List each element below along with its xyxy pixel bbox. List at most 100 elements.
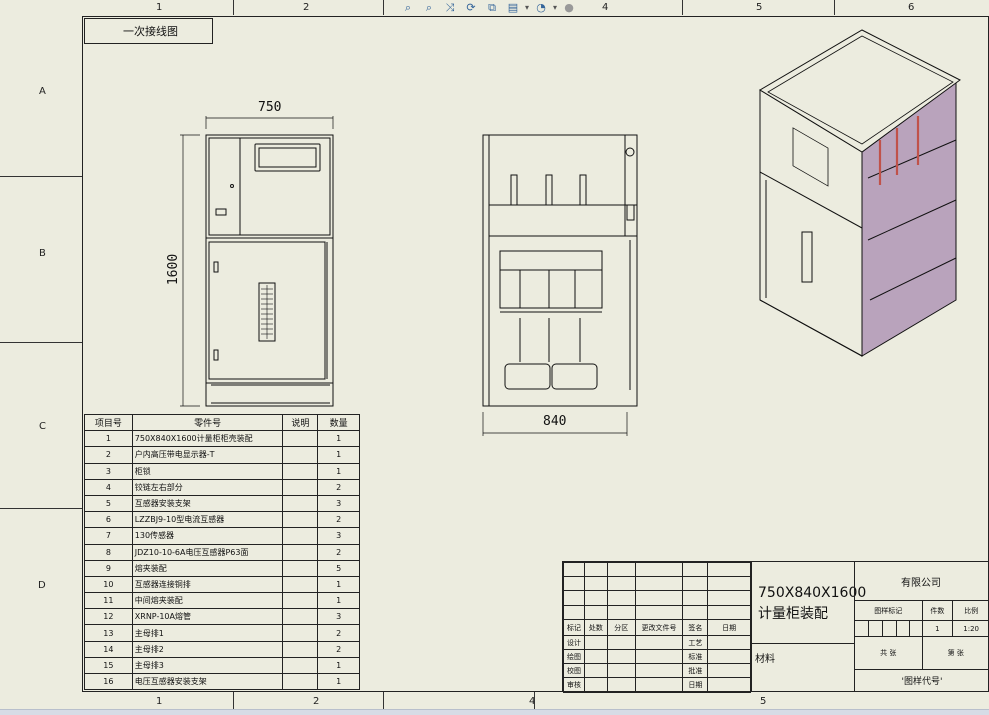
rev-header-date: 日期 bbox=[707, 619, 751, 636]
bom-header-part: 零件号 bbox=[131, 413, 284, 432]
bom-row: 13 主母排1 2 bbox=[84, 624, 360, 642]
scale-value: 1:20 bbox=[963, 624, 980, 633]
rev-header-mark: 标记 bbox=[563, 619, 585, 636]
bom-cell-note bbox=[282, 672, 319, 691]
bom-cell-no: 4 bbox=[84, 478, 133, 496]
bom-cell-note bbox=[282, 446, 319, 464]
section-view[interactable] bbox=[482, 134, 638, 436]
bom-cell-no: 15 bbox=[84, 656, 133, 675]
bom-row: 11 中间熔夹装配 1 bbox=[84, 592, 360, 610]
bom-row: 1 750X840X1600计量柜柜壳装配 1 bbox=[84, 430, 360, 448]
bom-cell-qty: 2 bbox=[317, 624, 360, 642]
dim-front-width: 750 bbox=[258, 100, 282, 115]
bom-cell-note bbox=[282, 559, 319, 577]
bom-cell-note bbox=[282, 478, 319, 496]
bom-cell-part: JDZ10-10-6A电压互感器P63面 bbox=[131, 543, 284, 561]
bom-cell-note bbox=[282, 592, 319, 610]
stage-row: 图样标记 件数 比例 bbox=[855, 601, 989, 621]
bom-body: 1 750X840X1600计量柜柜壳装配 1 2 户内高压带电显示器-T 1 3 柜锁 1 4 铰… bbox=[84, 430, 360, 691]
bom-cell-no: 1 bbox=[84, 430, 133, 448]
bom-row: 12 XRNP-10A熔管 3 bbox=[84, 608, 360, 626]
bom-row: 6 LZZBJ9-10型电流互感器 2 bbox=[84, 511, 360, 529]
isometric-view[interactable] bbox=[759, 29, 961, 357]
bom-cell-qty: 1 bbox=[317, 656, 360, 675]
bom-cell-part: 主母排2 bbox=[131, 640, 284, 658]
revision-grid: 标记 处数 分区 更改文件号 签名 日期 设计 工艺 绘图 标准 校图 批准 审… bbox=[563, 562, 751, 693]
company-name: 有限公司 bbox=[855, 562, 989, 601]
bom-cell-no: 10 bbox=[84, 575, 133, 594]
dim-front-height: 1600 bbox=[166, 253, 182, 286]
bom-row: 7 130传感器 3 bbox=[84, 527, 360, 545]
sheet-number: 第 张 bbox=[947, 649, 964, 657]
sign-label-design: 设计 bbox=[563, 635, 585, 650]
bom-cell-part: 互感器连接铜排 bbox=[131, 575, 284, 594]
sign-right-standard: 标准 bbox=[682, 649, 709, 664]
bom-row: 8 JDZ10-10-6A电压互感器P63面 2 bbox=[84, 543, 360, 561]
bom-cell-no: 3 bbox=[84, 462, 133, 480]
bom-header-qty: 数量 bbox=[317, 413, 360, 432]
bom-row: 4 铰链左右部分 2 bbox=[84, 478, 360, 496]
bom-header-no: 项目号 bbox=[84, 413, 133, 432]
bom-cell-part: 互感器安装支架 bbox=[131, 494, 284, 513]
sign-label-check: 校图 bbox=[563, 663, 585, 678]
bom-cell-part: 主母排3 bbox=[131, 656, 284, 675]
bom-cell-part: LZZBJ9-10型电流互感器 bbox=[131, 511, 284, 529]
title-block-right: 有限公司 图样标记 件数 比例 1 1:20 共 张 第 张 '图样代号' bbox=[854, 562, 989, 692]
bom-cell-qty: 2 bbox=[317, 543, 360, 561]
bom-cell-qty: 2 bbox=[317, 511, 360, 529]
bom-cell-qty: 3 bbox=[317, 494, 360, 513]
value-row: 1 1:20 bbox=[855, 621, 989, 637]
bom-row: 5 互感器安装支架 3 bbox=[84, 494, 360, 513]
bom-row: 2 户内高压带电显示器-T 1 bbox=[84, 446, 360, 464]
bom-cell-note bbox=[282, 527, 319, 545]
title-block: 标记 处数 分区 更改文件号 签名 日期 设计 工艺 绘图 标准 校图 批准 审… bbox=[562, 561, 989, 693]
bom-cell-note bbox=[282, 462, 319, 480]
drawing-sheet[interactable]: ⌕ ⌕ ⤨ ⟳ ⧉ ▤ ▾ ◔ ▾ ● 1 2 4 5 6 A B C D 1 … bbox=[0, 0, 989, 715]
bom-cell-note bbox=[282, 543, 319, 561]
stage-label: 图样标记 bbox=[855, 601, 923, 620]
drawing-number: '图样代号' bbox=[901, 677, 943, 687]
bom-row: 15 主母排3 1 bbox=[84, 656, 360, 675]
bom-cell-part: XRNP-10A熔管 bbox=[131, 608, 284, 626]
dim-side-depth: 840 bbox=[543, 414, 567, 429]
bom-cell-qty: 5 bbox=[317, 559, 360, 577]
bom-cell-no: 12 bbox=[84, 608, 133, 626]
bom-cell-part: 电压互感器安装支架 bbox=[131, 672, 284, 691]
bom-header-note: 说明 bbox=[282, 413, 319, 432]
rev-header-count: 处数 bbox=[583, 619, 608, 636]
status-strip bbox=[0, 709, 989, 715]
bom-cell-no: 2 bbox=[84, 446, 133, 464]
bom-cell-note bbox=[282, 511, 319, 529]
count-label: 件数 bbox=[923, 601, 954, 620]
bom-cell-no: 13 bbox=[84, 624, 133, 642]
bom-cell-part: 130传感器 bbox=[131, 527, 284, 545]
bom-cell-no: 8 bbox=[84, 543, 133, 561]
front-view[interactable] bbox=[180, 116, 334, 407]
sign-right-approve: 批准 bbox=[682, 663, 709, 678]
bom-cell-qty: 3 bbox=[317, 527, 360, 545]
bom-cell-qty: 1 bbox=[317, 575, 360, 594]
revision-header-row: 标记 处数 分区 更改文件号 签名 日期 bbox=[563, 619, 751, 636]
bom-row: 14 主母排2 2 bbox=[84, 640, 360, 658]
bom-cell-part: 柜锁 bbox=[131, 462, 284, 480]
bom-cell-qty: 2 bbox=[317, 478, 360, 496]
sign-right-process: 工艺 bbox=[682, 635, 709, 650]
sign-label-review: 审核 bbox=[563, 677, 585, 693]
count-value: 1 bbox=[923, 621, 954, 636]
sign-right-date: 日期 bbox=[682, 677, 709, 693]
bom-row: 16 电压互感器安装支架 1 bbox=[84, 672, 360, 691]
bom-cell-qty: 1 bbox=[317, 592, 360, 610]
bom-cell-qty: 3 bbox=[317, 608, 360, 626]
bom-cell-no: 5 bbox=[84, 494, 133, 513]
bom-header-row: 项目号 零件号 说明 数量 bbox=[84, 413, 360, 432]
bom-cell-part: 铰链左右部分 bbox=[131, 478, 284, 496]
rev-header-zone: 分区 bbox=[606, 619, 636, 636]
sign-label-draw: 绘图 bbox=[563, 649, 585, 664]
bom-cell-part: 750X840X1600计量柜柜壳装配 bbox=[131, 430, 284, 448]
sheet-row: 共 张 第 张 bbox=[855, 637, 989, 670]
bom-cell-qty: 1 bbox=[317, 446, 360, 464]
bom-cell-no: 14 bbox=[84, 640, 133, 658]
bom-cell-part: 户内高压带电显示器-T bbox=[131, 446, 284, 464]
bom-cell-no: 16 bbox=[84, 672, 133, 691]
rev-header-doc: 更改文件号 bbox=[634, 619, 684, 636]
